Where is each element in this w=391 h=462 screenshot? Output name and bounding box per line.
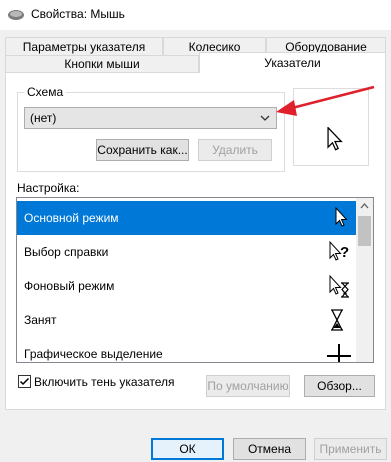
help-cursor-icon: ?: [329, 240, 349, 261]
apply-button[interactable]: Применить: [314, 438, 387, 460]
customize-label: Настройка:: [17, 181, 80, 195]
browse-button[interactable]: Обзор...: [304, 375, 375, 397]
list-item[interactable]: Фоновый режим: [17, 269, 357, 303]
use-default-button[interactable]: По умолчанию: [206, 375, 290, 397]
cursor-list[interactable]: Основной режим Выбор справки ? Фоновый р…: [16, 197, 374, 363]
arrow-cursor-icon: [327, 127, 343, 151]
tab-pointers[interactable]: Указатели: [199, 52, 386, 73]
chevron-down-icon[interactable]: [258, 111, 272, 125]
tab-buttons[interactable]: Кнопки мыши: [5, 55, 199, 73]
delete-scheme-button[interactable]: Удалить: [198, 139, 272, 161]
shadow-checkbox-label[interactable]: Включить тень указателя: [34, 375, 175, 389]
ok-button[interactable]: ОК: [151, 438, 224, 460]
scroll-up-icon[interactable]: [356, 198, 373, 215]
list-item[interactable]: Занят: [17, 303, 357, 337]
list-item[interactable]: Выбор справки ?: [17, 235, 357, 269]
tab-pointer-options[interactable]: Параметры указателя: [5, 37, 163, 56]
crosshair-cursor-icon: [327, 344, 351, 362]
save-as-button[interactable]: Сохранить как...: [96, 139, 189, 161]
scroll-thumb[interactable]: [358, 216, 371, 246]
list-item[interactable]: Основной режим: [17, 201, 357, 235]
scheme-dropdown-value: (нет): [30, 111, 57, 125]
list-item-label: Графическое выделение: [24, 347, 163, 361]
working-cursor-icon: [329, 274, 349, 298]
hourglass-cursor-icon: [330, 309, 344, 331]
list-item-label: Основной режим: [24, 211, 119, 225]
shadow-checkbox[interactable]: [18, 375, 31, 388]
list-item-label: Занят: [24, 313, 57, 327]
scheme-label: Схема: [24, 85, 67, 99]
svg-text:?: ?: [340, 244, 349, 261]
scheme-dropdown[interactable]: (нет): [24, 107, 277, 129]
list-item-label: Выбор справки: [24, 245, 109, 259]
window-title: Свойства: Мышь: [31, 7, 125, 21]
list-item[interactable]: Графическое выделение: [17, 337, 357, 362]
mouse-app-icon: [8, 10, 24, 20]
arrow-cursor-icon: [335, 206, 348, 227]
list-item-label: Фоновый режим: [24, 279, 115, 293]
cancel-button[interactable]: Отмена: [233, 438, 306, 460]
check-icon: [19, 377, 30, 386]
cursor-preview: [293, 88, 369, 166]
